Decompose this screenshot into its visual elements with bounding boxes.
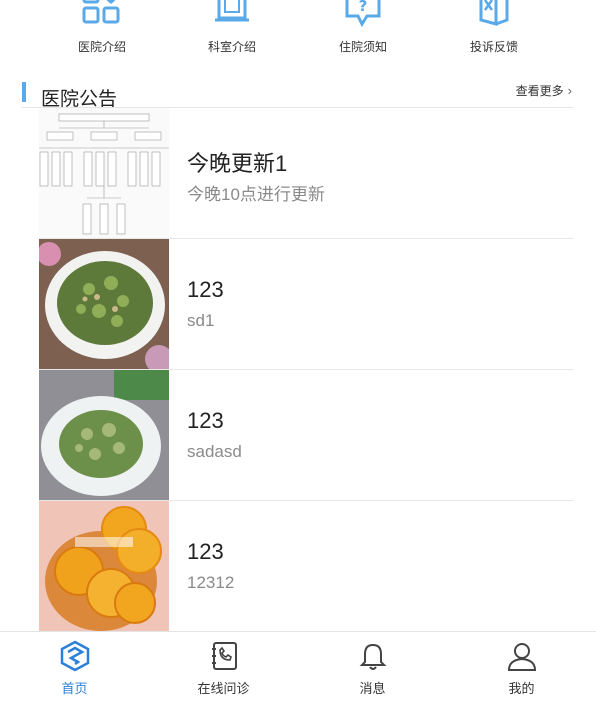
tab-label: 首页 [61, 681, 88, 696]
announcement-item-title: 今晚更新1 [187, 151, 288, 176]
quick-nav-complaint[interactable]: 投诉反馈 [439, 0, 549, 60]
announcement-item-title: 123 [187, 539, 224, 564]
home-diamond-icon [60, 640, 89, 672]
tab-mine[interactable]: 我的 [447, 632, 596, 704]
announcement-item-title: 123 [187, 408, 224, 433]
announcement-item-subtitle: 今晚10点进行更新 [187, 185, 325, 204]
svg-text:?: ? [359, 0, 368, 15]
bell-icon [359, 643, 386, 670]
tab-messages[interactable]: 消息 [298, 632, 447, 704]
tab-home[interactable]: 首页 [0, 632, 149, 704]
phone-book-icon [211, 642, 237, 670]
tab-label: 在线问诊 [197, 681, 250, 696]
tab-label: 消息 [359, 681, 386, 696]
orange-slices-image [39, 501, 169, 631]
food-plate-image [39, 370, 169, 500]
announcement-item[interactable]: 123 sd1 [39, 239, 574, 370]
food-plate-image [39, 239, 169, 369]
view-more-link[interactable]: 查看更多 › [516, 82, 572, 99]
announcement-item-subtitle: sadasd [187, 442, 242, 461]
announcement-item-subtitle: 12312 [187, 573, 235, 592]
quick-nav-label: 科室介绍 [207, 40, 256, 54]
question-bubble-icon: ? [345, 0, 381, 28]
quick-nav-label: 医院介绍 [77, 40, 126, 54]
announcement-item-subtitle: sd1 [187, 311, 215, 330]
bottom-tab-bar: 首页 在线问诊 消息 我的 [0, 631, 596, 704]
announcement-item[interactable]: 123 sadasd [39, 370, 574, 501]
quick-nav-hospital-intro[interactable]: 医院介绍 [47, 0, 157, 60]
tab-label: 我的 [508, 681, 535, 696]
announcement-item[interactable]: 今晚更新1 今晚10点进行更新 [39, 108, 574, 239]
door-icon [215, 0, 249, 22]
announcement-item-title: 123 [187, 277, 224, 302]
section-accent-bar [22, 82, 26, 102]
complaint-book-icon [479, 0, 509, 26]
grid-heart-icon [82, 0, 120, 24]
quick-nav-admission-notice[interactable]: ? 住院须知 [308, 0, 418, 60]
quick-nav-label: 住院须知 [338, 40, 387, 54]
tab-online-consult[interactable]: 在线问诊 [149, 632, 298, 704]
quick-nav-department-intro[interactable]: 科室介绍 [177, 0, 287, 60]
quick-nav: 医院介绍 科室介绍 ? 住院须知 投诉反馈 [0, 0, 596, 60]
announcement-item[interactable]: 123 12312 [39, 501, 574, 631]
org-chart-image [39, 108, 169, 238]
user-icon [507, 643, 536, 671]
quick-nav-label: 投诉反馈 [469, 40, 518, 54]
chevron-right-icon: › [567, 83, 572, 98]
view-more-label: 查看更多 [515, 84, 564, 98]
announcement-header: 医院公告 查看更多 › [22, 80, 574, 110]
